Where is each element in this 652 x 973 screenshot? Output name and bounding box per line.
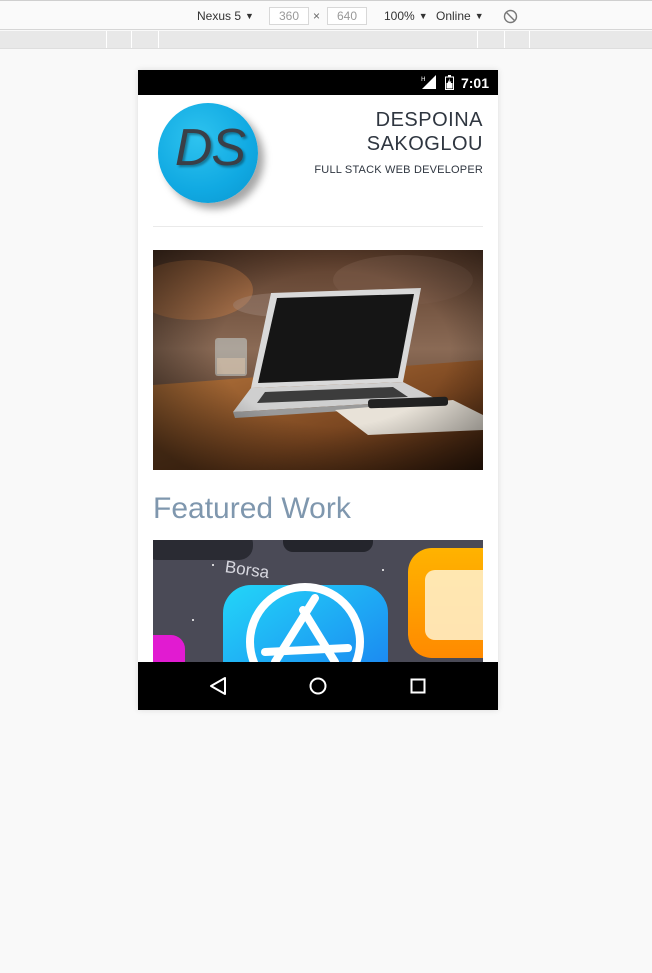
dimension-separator: × (313, 9, 321, 23)
android-nav-bar (138, 662, 498, 710)
network-select[interactable]: Online ▼ (436, 9, 484, 23)
rotate-icon[interactable] (503, 9, 518, 27)
dropdown-arrow-icon: ▼ (418, 11, 428, 21)
home-icon[interactable] (305, 674, 331, 698)
device-select[interactable]: Nexus 5 ▼ (197, 9, 254, 23)
site-logo[interactable]: DS (158, 103, 258, 203)
site-name: DESPOINA SAKOGLOU (366, 109, 483, 155)
ruler-mark (158, 31, 159, 48)
width-input[interactable]: 360 (269, 7, 309, 25)
height-input[interactable]: 640 (327, 7, 367, 25)
signal-icon: H (421, 75, 437, 94)
device-viewport: H 7:01 DS DESPOINA SAKOGLOU FULL STACK W… (138, 70, 498, 710)
logo-text: DS (174, 119, 246, 177)
network-label: Online (436, 9, 471, 23)
site-subtitle: FULL STACK WEB DEVELOPER (314, 164, 483, 176)
zoom-select[interactable]: 100% ▼ (384, 9, 428, 23)
hero-image (153, 250, 483, 470)
status-bar: H 7:01 (138, 70, 498, 95)
featured-work-image[interactable]: Borsa (153, 540, 483, 662)
svg-text:H: H (421, 76, 426, 83)
featured-work-heading: Featured Work (153, 492, 351, 525)
ruler-mark (131, 31, 132, 48)
header-divider (153, 226, 483, 227)
ruler-mark (504, 31, 505, 48)
device-label: Nexus 5 (197, 9, 242, 23)
back-icon[interactable] (205, 674, 231, 698)
media-query-bar[interactable] (0, 31, 652, 49)
recents-icon[interactable] (405, 674, 431, 698)
device-toolbar: Nexus 5 ▼ 360 × 640 100% ▼ Online ▼ (0, 0, 652, 30)
dropdown-arrow-icon: ▼ (245, 11, 254, 21)
battery-icon (445, 75, 454, 95)
ruler-mark (529, 31, 530, 48)
status-time: 7:01 (460, 75, 489, 91)
page-content[interactable]: DS DESPOINA SAKOGLOU FULL STACK WEB DEVE… (138, 95, 498, 662)
ruler-mark (106, 31, 107, 48)
dropdown-arrow-icon: ▼ (474, 11, 484, 21)
ruler-mark (477, 31, 478, 48)
zoom-label: 100% (384, 9, 415, 23)
